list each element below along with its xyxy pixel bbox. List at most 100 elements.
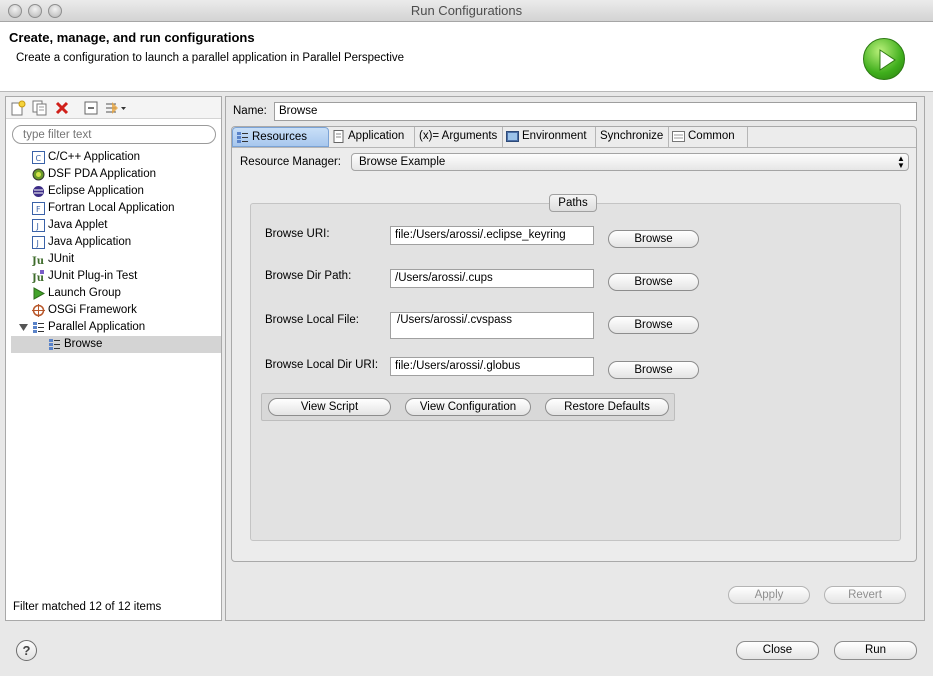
tab-label: Synchronize <box>600 130 664 142</box>
document-icon <box>332 130 345 143</box>
run-play-icon <box>863 38 905 80</box>
tree-item-label: Parallel Application <box>48 321 146 333</box>
tree-item-launch-group[interactable]: Launch Group <box>6 285 221 302</box>
tree-item-label: Eclipse Application <box>48 185 144 197</box>
svg-text:Ju: Ju <box>32 273 44 283</box>
dialog-header: Create, manage, and run configurations C… <box>0 22 933 92</box>
resource-manager-label: Resource Manager: <box>240 156 341 168</box>
minimize-window-button[interactable] <box>28 4 42 18</box>
tree-item-label: Browse <box>64 338 103 350</box>
script-actions-group: View Script View Configuration Restore D… <box>261 393 675 421</box>
close-window-button[interactable] <box>8 4 22 18</box>
filter-input[interactable] <box>12 125 216 144</box>
restore-defaults-button[interactable]: Restore Defaults <box>545 398 669 416</box>
view-configuration-button[interactable]: View Configuration <box>405 398 531 416</box>
tree-item-label: OSGi Framework <box>48 304 137 316</box>
tab-label: Environment <box>522 130 587 142</box>
tree-item-junit[interactable]: Ju JUnit <box>6 251 221 268</box>
browse-dir-path-input[interactable]: /Users/arossi/.cups <box>390 269 594 288</box>
parallel-app-icon <box>32 321 45 334</box>
svg-text:C: C <box>36 154 42 163</box>
configuration-editor-panel: Name: Browse Resources Application (x)= … <box>225 96 925 621</box>
osgi-icon <box>32 304 45 317</box>
tree-item-label: JUnit Plug-in Test <box>48 270 138 282</box>
tab-folder: Resources Application (x)= Arguments Env… <box>231 126 917 562</box>
new-config-icon[interactable] <box>10 100 26 116</box>
browse-local-file-label: Browse Local File: <box>265 314 359 326</box>
tree-item-osgi[interactable]: OSGi Framework <box>6 302 221 319</box>
browse-uri-input[interactable]: file:/Users/arossi/.eclipse_keyring <box>390 226 594 245</box>
tree-item-junit-plugin[interactable]: Ju JUnit Plug-in Test <box>6 268 221 285</box>
parallel-config-icon <box>48 338 61 351</box>
tab-resources[interactable]: Resources <box>232 127 329 147</box>
tab-application[interactable]: Application <box>329 127 415 147</box>
tree-item-label: C/C++ Application <box>48 151 141 163</box>
tree-item-java-application[interactable]: J Java Application <box>6 234 221 251</box>
eclipse-icon <box>32 185 45 198</box>
tree-item-browse[interactable]: Browse <box>11 336 221 353</box>
updown-arrows-icon: ▲ ▼ <box>897 154 905 170</box>
tree-item-eclipse-application[interactable]: Eclipse Application <box>6 183 221 200</box>
tree-item-label: Fortran Local Application <box>48 202 175 214</box>
zoom-window-button[interactable] <box>48 4 62 18</box>
paths-group-title: Paths <box>549 194 597 212</box>
tab-label: Application <box>348 130 405 142</box>
apply-button[interactable]: Apply <box>728 586 810 604</box>
browse-local-dir-uri-label: Browse Local Dir URI: <box>265 359 379 371</box>
configuration-tree: C C/C++ Application DSF PDA Application … <box>6 149 221 353</box>
name-label: Name: <box>233 105 267 117</box>
filter-menu-icon[interactable] <box>104 100 128 116</box>
tree-item-cpp-application[interactable]: C C/C++ Application <box>6 149 221 166</box>
svg-text:J: J <box>36 239 39 248</box>
launch-group-icon <box>32 287 46 300</box>
browse-dir-path-label: Browse Dir Path: <box>265 270 352 282</box>
browse-local-file-button[interactable]: Browse <box>608 316 699 334</box>
header-title: Create, manage, and run configurations <box>9 30 255 45</box>
tab-environment[interactable]: Environment <box>503 127 596 147</box>
browse-local-dir-uri-input[interactable]: file:/Users/arossi/.globus <box>390 357 594 376</box>
filter-status: Filter matched 12 of 12 items <box>13 601 162 613</box>
run-button[interactable]: Run <box>834 641 917 660</box>
junit-icon: Ju <box>31 253 45 267</box>
browse-local-file-input[interactable]: /Users/arossi/.cvspass <box>390 312 594 339</box>
revert-button[interactable]: Revert <box>824 586 906 604</box>
browse-uri-button[interactable]: Browse <box>608 230 699 248</box>
tree-item-label: Java Application <box>48 236 132 248</box>
resource-manager-select[interactable]: Browse Example ▲ ▼ <box>351 153 909 171</box>
tab-synchronize[interactable]: Synchronize <box>596 127 669 147</box>
browse-local-dir-uri-button[interactable]: Browse <box>608 361 699 379</box>
close-button[interactable]: Close <box>736 641 819 660</box>
tab-common[interactable]: Common <box>669 127 748 147</box>
duplicate-icon[interactable] <box>32 100 48 116</box>
svg-text:Ju: Ju <box>32 256 44 266</box>
svg-text:J: J <box>36 222 39 231</box>
tree-item-fortran[interactable]: F Fortran Local Application <box>6 200 221 217</box>
view-script-button[interactable]: View Script <box>268 398 391 416</box>
tree-item-parallel-application[interactable]: Parallel Application <box>6 319 221 336</box>
tab-label: Common <box>688 130 735 142</box>
tab-arguments[interactable]: (x)= Arguments <box>415 127 503 147</box>
tree-item-label: Launch Group <box>48 287 121 299</box>
java-applet-icon: J <box>32 219 45 232</box>
tree-item-label: Java Applet <box>48 219 108 231</box>
tree-item-dsf-pda[interactable]: DSF PDA Application <box>6 166 221 183</box>
configuration-tree-panel: C C/C++ Application DSF PDA Application … <box>5 96 222 621</box>
resource-manager-value: Browse Example <box>359 156 446 168</box>
common-icon <box>672 130 685 143</box>
tree-item-java-applet[interactable]: J Java Applet <box>6 217 221 234</box>
name-input[interactable]: Browse <box>274 102 917 121</box>
help-icon[interactable]: ? <box>16 640 37 661</box>
resources-icon <box>236 131 249 144</box>
tree-item-label: DSF PDA Application <box>48 168 157 180</box>
tree-toolbar <box>6 97 221 119</box>
expand-arrow-icon[interactable] <box>19 321 28 334</box>
dialog-footer: ? Close Run <box>0 624 933 676</box>
delete-icon[interactable] <box>54 100 70 116</box>
collapse-all-icon[interactable] <box>83 100 99 116</box>
window-title: Run Configurations <box>410 3 523 18</box>
junit-plugin-icon: Ju <box>31 270 45 284</box>
tree-item-label: JUnit <box>48 253 75 265</box>
header-subtitle: Create a configuration to launch a paral… <box>16 52 405 64</box>
browse-dir-path-button[interactable]: Browse <box>608 273 699 291</box>
window-titlebar: Run Configurations <box>0 0 933 22</box>
